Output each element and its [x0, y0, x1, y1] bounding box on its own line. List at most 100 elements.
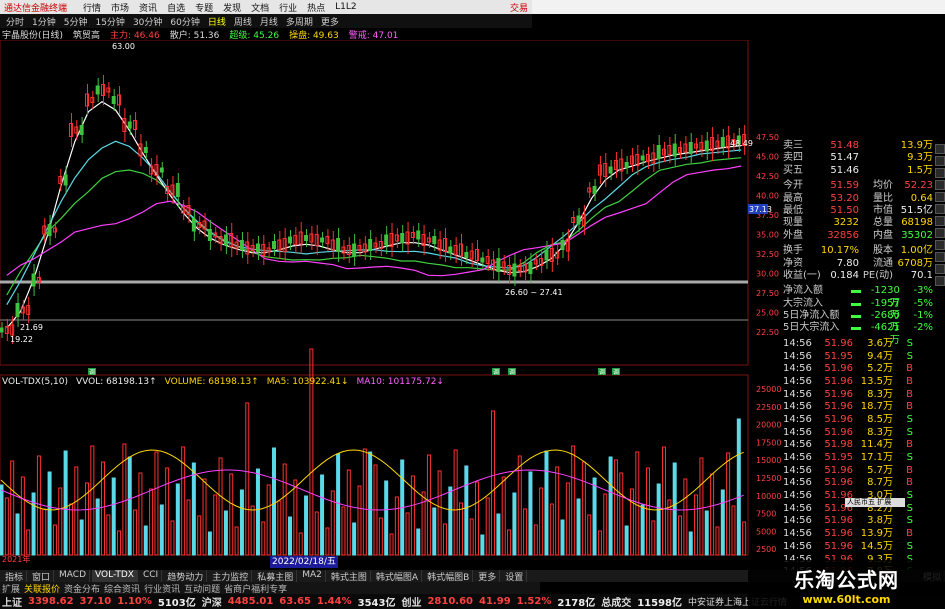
- period-tab[interactable]: 多周期: [286, 15, 313, 28]
- indicator-tab[interactable]: 韩式幅图A: [373, 570, 423, 583]
- indicator-tab[interactable]: 更多: [475, 570, 501, 583]
- volume-bar: [715, 526, 720, 556]
- indicator-tab[interactable]: 指标: [2, 570, 28, 583]
- flow-label: 5日大宗流入: [783, 322, 840, 334]
- tick-time: 14:56: [783, 401, 812, 413]
- menu-item[interactable]: L1L2: [335, 2, 356, 12]
- info-tab[interactable]: 扩展: [2, 582, 20, 595]
- period-tab[interactable]: 1分钟: [32, 15, 56, 28]
- period-tab[interactable]: 分时: [6, 15, 24, 28]
- tick-price: 51.96: [824, 540, 853, 552]
- index-name[interactable]: 上证: [2, 594, 22, 609]
- side-tool-icon[interactable]: [934, 228, 945, 238]
- side-tool-icon[interactable]: [934, 204, 945, 214]
- indicator-tab[interactable]: MA2: [299, 570, 326, 582]
- tick-row: 14:56 51.96 13.5万 B: [783, 376, 933, 389]
- side-tool-icon[interactable]: [934, 156, 945, 166]
- tick-volume: 5.7万: [867, 464, 893, 476]
- indicator-tab[interactable]: 主力监控: [209, 570, 253, 583]
- stat-value: 6708万: [897, 257, 933, 269]
- menu-item[interactable]: 市场: [111, 1, 129, 14]
- flow-pct: -5%: [913, 297, 933, 309]
- info-tab[interactable]: 关联报价: [24, 582, 60, 595]
- blank-area: [532, 0, 945, 14]
- period-tab[interactable]: 15分钟: [95, 15, 124, 28]
- period-tab[interactable]: 60分钟: [170, 15, 199, 28]
- menu-item[interactable]: 发现: [223, 1, 241, 14]
- side-tool-icon[interactable]: [934, 216, 945, 226]
- tick-side: S: [906, 413, 913, 425]
- menu-item[interactable]: 文档: [251, 1, 269, 14]
- period-tab[interactable]: 月线: [260, 15, 278, 28]
- tick-row: 14:56 51.96 3.6万 S: [783, 338, 933, 351]
- side-tool-icon[interactable]: [934, 276, 945, 286]
- flow-row: 净流入额 -1230万 -3%: [783, 285, 933, 308]
- period-tab-active[interactable]: 日线: [208, 15, 226, 28]
- indicator-tab[interactable]: 韩式幅图B: [424, 570, 474, 583]
- indicator-tab-active[interactable]: VOL-TDX: [92, 570, 138, 582]
- indicator-tab[interactable]: 私募主图: [254, 570, 298, 583]
- volume-bar: [304, 495, 309, 556]
- candle-body: [47, 224, 52, 236]
- indicator-tab[interactable]: 趋势动力: [164, 570, 208, 583]
- menu-item[interactable]: 自选: [167, 1, 185, 14]
- menu-item[interactable]: 行业: [279, 1, 297, 14]
- tick-list[interactable]: 14:56 51.96 3.6万 S 14:56 51.95 9.4万 S 14:56 51.96…: [783, 338, 933, 579]
- candle-body: [15, 303, 20, 317]
- period-tab[interactable]: 30分钟: [133, 15, 162, 28]
- indicator-tab[interactable]: CCI: [140, 570, 163, 582]
- indicator-tab[interactable]: 设置: [502, 570, 528, 583]
- candle-body: [640, 155, 645, 161]
- tick-price: 51.96: [824, 388, 853, 400]
- side-tool-icon[interactable]: [934, 264, 945, 274]
- indicator-tab[interactable]: 窗口: [29, 570, 55, 583]
- chart-canvas[interactable]: 47.5045.0042.5040.0037.5035.0032.5030.00…: [0, 40, 783, 570]
- volume-bar: [143, 525, 148, 556]
- candle-body: [480, 257, 485, 263]
- index-name[interactable]: 创业: [401, 594, 421, 609]
- tick-side: B: [906, 388, 913, 400]
- volume-bar: [485, 497, 490, 556]
- menu-item[interactable]: 热点: [307, 1, 325, 14]
- info-tab[interactable]: 行业资讯: [144, 582, 180, 595]
- volume-bar: [683, 478, 688, 556]
- index-change: 63.65: [279, 596, 311, 607]
- info-tab[interactable]: 综合资讯: [104, 582, 140, 595]
- volume-bar: [138, 472, 143, 556]
- tick-price: 51.95: [824, 350, 853, 362]
- volume-bar: [352, 522, 357, 556]
- volume-bar: [282, 463, 287, 556]
- tick-row: 14:56 51.96 5.2万 B: [783, 363, 933, 376]
- tick-time: 14:56: [783, 426, 812, 438]
- trade-button[interactable]: 交易: [510, 1, 532, 14]
- tick-price: 51.96: [824, 528, 853, 540]
- volume-bar: [688, 531, 693, 556]
- side-tool-icon[interactable]: [934, 180, 945, 190]
- menu-item[interactable]: 行情: [83, 1, 101, 14]
- current-price-tag: 37.13: [749, 205, 772, 214]
- volume-bar: [234, 526, 239, 556]
- side-tool-icon[interactable]: [934, 252, 945, 262]
- stat-label: 收益(一): [783, 269, 821, 281]
- menu-item[interactable]: 资讯: [139, 1, 157, 14]
- stat-label: 量比: [873, 192, 893, 204]
- stat-value: 10.17%: [820, 245, 859, 257]
- period-tab[interactable]: 更多: [321, 15, 339, 28]
- volume-bar: [117, 530, 122, 556]
- volume-bar: [245, 402, 250, 556]
- side-tool-icon[interactable]: [934, 240, 945, 250]
- side-tool-icon[interactable]: [934, 192, 945, 202]
- info-tab[interactable]: 省商户福利专享: [224, 582, 287, 595]
- period-tab[interactable]: 5分钟: [64, 15, 88, 28]
- indicator-tab[interactable]: MACD: [56, 570, 91, 582]
- indicator-tab[interactable]: 韩式主图: [328, 570, 371, 583]
- side-tool-icon[interactable]: [934, 168, 945, 178]
- side-tool-icon[interactable]: [934, 144, 945, 154]
- info-tab[interactable]: 资金分布: [64, 582, 100, 595]
- info-tab[interactable]: 互动问题: [184, 582, 220, 595]
- index-name[interactable]: 沪深: [202, 594, 222, 609]
- period-tab[interactable]: 周线: [234, 15, 252, 28]
- menu-item[interactable]: 专题: [195, 1, 213, 14]
- volume-bar: [202, 478, 207, 556]
- volume-bar: [47, 471, 52, 556]
